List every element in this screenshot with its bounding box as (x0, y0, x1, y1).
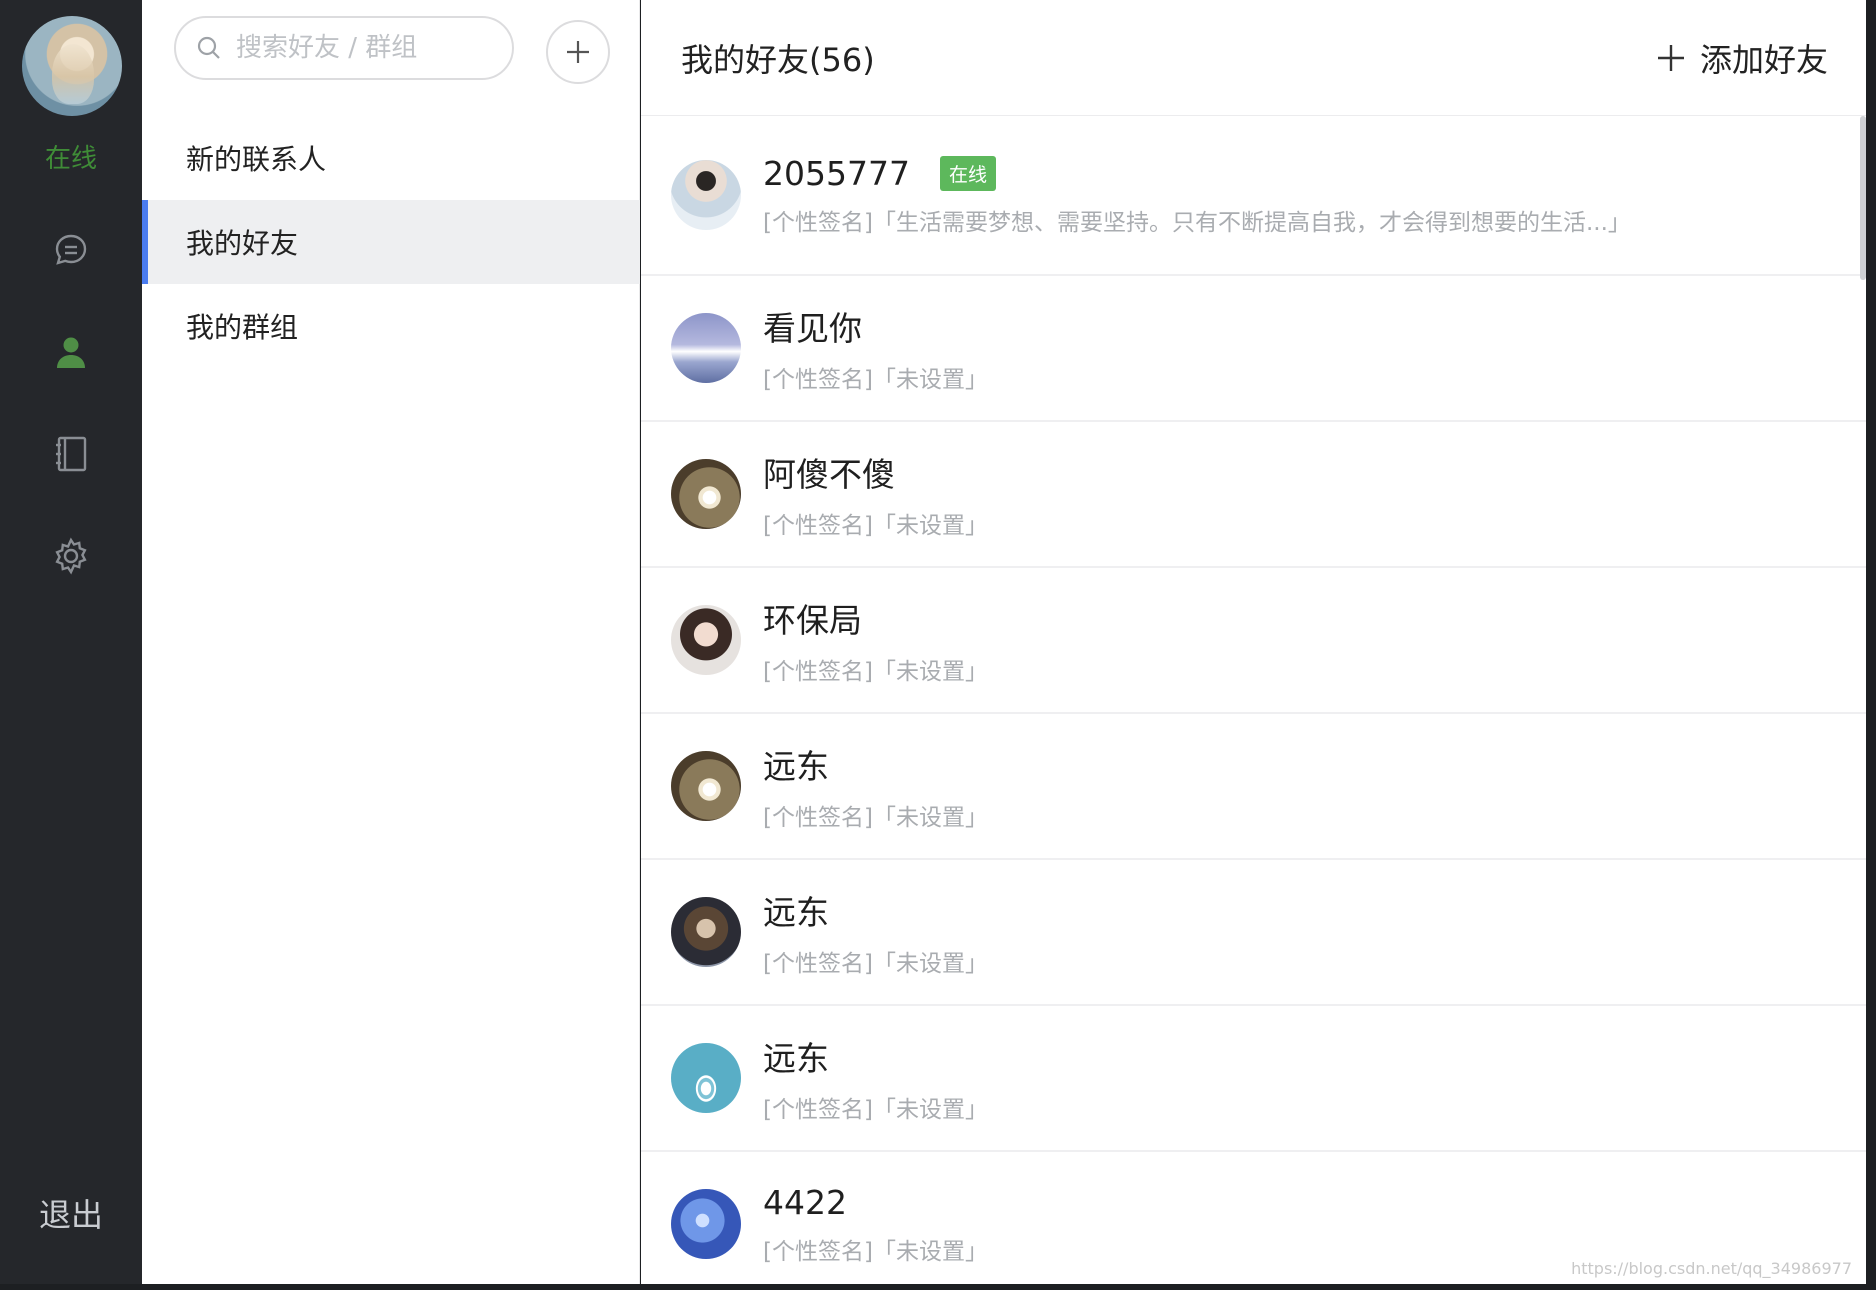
my-avatar[interactable] (22, 16, 122, 116)
search-box[interactable] (174, 16, 514, 80)
plus-icon (567, 41, 589, 63)
settings-gear-icon[interactable] (47, 532, 95, 580)
contacts-nav: 新的联系人 我的好友 我的群组 (142, 116, 640, 368)
add-friend-button[interactable]: 添加好友 (1656, 35, 1828, 81)
page-title: 我的好友(56) (681, 40, 875, 79)
friend-list: 2055777 在线 [个性签名]「生活需要梦想、需要坚持。只有不断提高自我，才… (641, 116, 1866, 1284)
nav-item-my-groups[interactable]: 我的群组 (142, 284, 640, 368)
notebook-icon[interactable] (47, 430, 95, 478)
friend-signature: [个性签名]「未设置」 (763, 367, 988, 393)
friend-avatar (671, 160, 741, 230)
watermark: https://blog.csdn.net/qq_34986977 (1571, 1259, 1852, 1278)
friend-name: 阿傻不傻 (763, 455, 895, 494)
friend-avatar (671, 1189, 741, 1259)
online-badge: 在线 (939, 155, 996, 191)
logout-button[interactable]: 退出 (0, 1190, 142, 1236)
friend-name: 2055777 (763, 153, 910, 193)
friend-name: 看见你 (763, 309, 862, 348)
chat-icon[interactable] (47, 226, 95, 274)
add-button[interactable] (546, 20, 610, 84)
search-icon (197, 36, 220, 59)
friend-name: 远东 (763, 747, 829, 786)
add-friend-label: 添加好友 (1699, 40, 1828, 79)
nav-item-my-friends[interactable]: 我的好友 (142, 200, 640, 284)
friends-panel: 我的好友(56) 添加好友 2055777 在线 [个性签名]「生活需要梦想、需… (641, 0, 1866, 1284)
contacts-sidebar: 新的联系人 我的好友 我的群组 (142, 0, 640, 1284)
friend-signature: [个性签名]「未设置」 (763, 1097, 988, 1123)
friend-name: 远东 (763, 1039, 829, 1078)
nav-item-new-contacts[interactable]: 新的联系人 (142, 116, 640, 200)
friend-row[interactable]: 阿傻不傻 [个性签名]「未设置」 (641, 422, 1866, 568)
friend-avatar (671, 459, 741, 529)
friend-row[interactable]: 环保局 [个性签名]「未设置」 (641, 568, 1866, 714)
friend-name: 4422 (763, 1182, 847, 1222)
friend-row[interactable]: 远东 [个性签名]「未设置」 (641, 1006, 1866, 1152)
friend-avatar (671, 313, 741, 383)
friend-signature: [个性签名]「未设置」 (763, 1238, 988, 1265)
friend-name: 远东 (763, 893, 829, 932)
friend-row[interactable]: 远东 [个性签名]「未设置」 (641, 860, 1866, 1006)
plus-icon (1657, 44, 1684, 71)
search-input[interactable] (236, 33, 506, 63)
friend-avatar (671, 751, 741, 821)
friend-signature: [个性签名]「未设置」 (763, 513, 988, 539)
friend-row[interactable]: 2055777 在线 [个性签名]「生活需要梦想、需要坚持。只有不断提高自我，才… (641, 116, 1866, 276)
friend-signature: [个性签名]「未设置」 (763, 659, 988, 685)
friend-row[interactable]: 远东 [个性签名]「未设置」 (641, 714, 1866, 860)
friend-signature: [个性签名]「生活需要梦想、需要坚持。只有不断提高自我，才会得到想要的生活...… (763, 209, 1631, 236)
friend-name: 环保局 (763, 601, 862, 640)
friend-avatar (671, 897, 741, 967)
friend-avatar (671, 605, 741, 675)
friend-signature: [个性签名]「未设置」 (763, 951, 988, 977)
friend-row[interactable]: 看见你 [个性签名]「未设置」 (641, 276, 1866, 422)
scrollbar[interactable] (1860, 116, 1866, 280)
my-status: 在线 (44, 144, 97, 174)
contacts-icon[interactable] (47, 328, 95, 376)
friend-avatar (671, 1043, 741, 1113)
nav-rail: 在线 退出 (0, 0, 142, 1284)
friend-signature: [个性签名]「未设置」 (763, 805, 988, 831)
friends-header: 我的好友(56) 添加好友 (641, 0, 1866, 116)
